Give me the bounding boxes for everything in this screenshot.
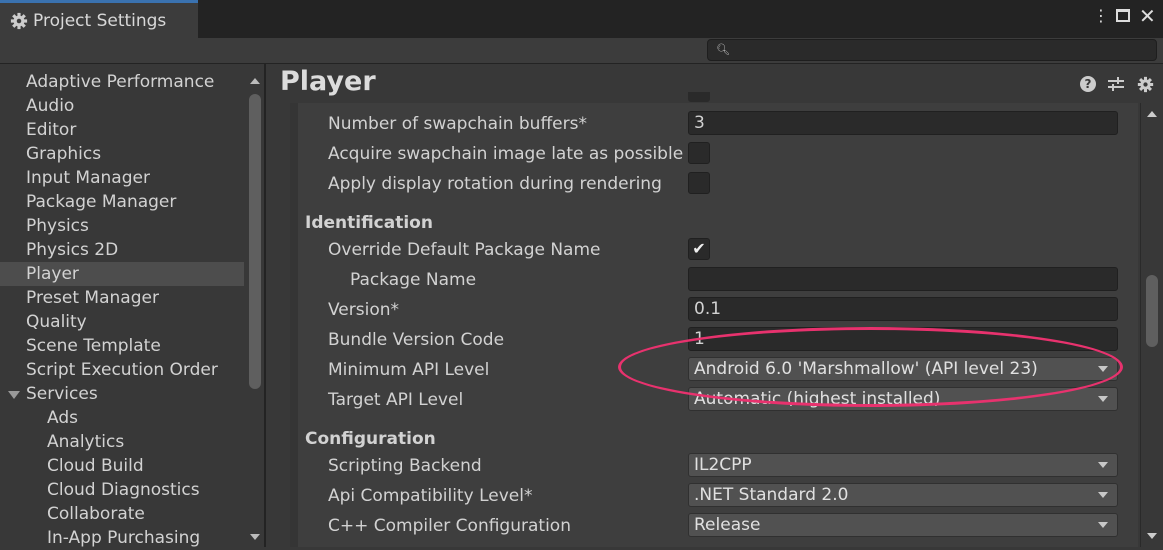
window-tab[interactable]: Project Settings [0,0,198,38]
version-input[interactable]: 0.1 [688,297,1118,321]
presets-icon[interactable] [1107,76,1125,92]
chevron-down-icon [1098,462,1108,468]
gear-icon [10,12,28,29]
maximize-icon[interactable] [1116,9,1130,22]
sidebar-item-quality[interactable]: Quality [0,310,244,334]
target-api-label: Target API Level [328,390,464,410]
window-title: Project Settings [33,10,167,31]
settings-sidebar: Adaptive Performance Audio Editor Graphi… [0,64,264,550]
help-icon[interactable]: ? [1080,76,1096,92]
sidebar-item-input-manager[interactable]: Input Manager [0,166,244,190]
scripting-backend-dropdown[interactable]: IL2CPP [688,453,1118,477]
content-scroll-thumb[interactable] [1146,275,1158,347]
acquire-label: Acquire swapchain image late as possible [328,144,684,164]
expand-arrow-icon[interactable] [8,391,20,399]
sidebar-item-audio[interactable]: Audio [0,94,244,118]
identification-header: Identification [305,213,433,233]
highlight-annotation [618,327,1123,407]
package-name-label: Package Name [350,270,477,290]
sidebar-item-physics-2d[interactable]: Physics 2D [0,238,244,262]
sidebar-item-physics[interactable]: Physics [0,214,244,238]
api-compat-label: Api Compatibility Level* [328,486,533,506]
sidebar-item-script-execution-order[interactable]: Script Execution Order [0,358,244,382]
sidebar-item-in-app-purchasing[interactable]: In-App Purchasing [0,526,244,550]
close-icon[interactable]: ✕ [1139,4,1156,28]
sidebar-item-cloud-build[interactable]: Cloud Build [0,454,244,478]
package-name-input[interactable] [688,267,1118,291]
override-package-name-checkbox[interactable]: ✔ [688,238,710,260]
bundle-version-label: Bundle Version Code [328,330,505,350]
sidebar-item-preset-manager[interactable]: Preset Manager [0,286,244,310]
sidebar-scroll-thumb[interactable] [249,94,261,389]
search-icon: 🔍︎ [716,43,730,56]
swapchain-label: Number of swapchain buffers* [328,114,587,134]
content-scrollbar[interactable] [1140,103,1163,547]
rotation-label: Apply display rotation during rendering [328,174,662,194]
chevron-down-icon [1098,492,1108,498]
api-compat-value: .NET Standard 2.0 [694,485,849,505]
min-api-label: Minimum API Level [328,360,490,380]
chevron-down-icon [1098,396,1108,402]
sidebar-item-player[interactable]: Player [0,262,244,286]
sidebar-item-analytics[interactable]: Analytics [0,430,244,454]
kebab-icon[interactable]: ⋮ [1093,6,1109,25]
swapchain-buffers-input[interactable]: 3 [688,111,1118,135]
sidebar-item-package-manager[interactable]: Package Manager [0,190,244,214]
sidebar-item-adaptive-performance[interactable]: Adaptive Performance [0,70,244,94]
sidebar-item-editor[interactable]: Editor [0,118,244,142]
configuration-header: Configuration [305,429,436,449]
checkbox-partial[interactable] [688,92,710,102]
sidebar-item-collaborate[interactable]: Collaborate [0,502,244,526]
cpp-config-dropdown[interactable]: Release [688,513,1118,537]
sidebar-item-graphics[interactable]: Graphics [0,142,244,166]
sidebar-item-services[interactable]: Services [0,382,244,406]
sidebar-scrollbar[interactable] [247,74,262,547]
chevron-down-icon [1098,522,1108,528]
sidebar-item-scene-template[interactable]: Scene Template [0,334,244,358]
acquire-late-checkbox[interactable] [688,142,710,164]
scripting-backend-value: IL2CPP [694,455,752,475]
sidebar-item-cloud-diagnostics[interactable]: Cloud Diagnostics [0,478,244,502]
player-settings-content [290,103,1138,547]
scripting-backend-label: Scripting Backend [328,456,482,476]
api-compat-dropdown[interactable]: .NET Standard 2.0 [688,483,1118,507]
cpp-config-label: C++ Compiler Configuration [328,516,571,536]
search-input[interactable]: 🔍︎ [707,39,1157,61]
sidebar-item-ads[interactable]: Ads [0,406,244,430]
cpp-config-value: Release [694,515,761,535]
page-title: Player [280,66,376,97]
override-label: Override Default Package Name [328,240,601,260]
splitter[interactable] [264,64,266,547]
display-rotation-checkbox[interactable] [688,172,710,194]
version-label: Version* [328,300,400,320]
settings-icon[interactable] [1137,76,1154,93]
